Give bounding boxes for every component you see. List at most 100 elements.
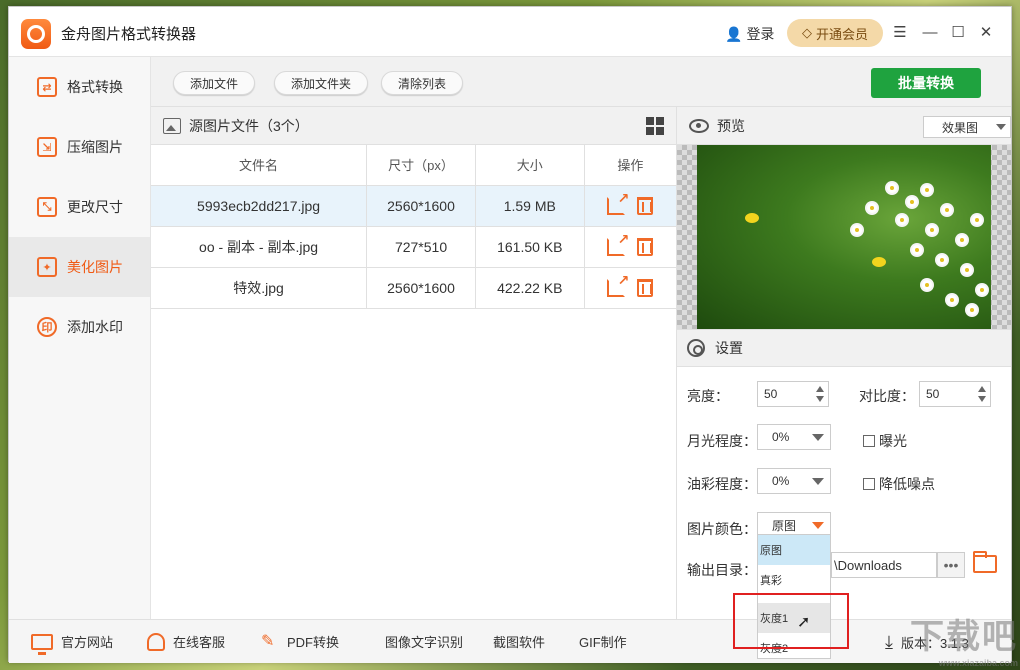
- open-external-icon[interactable]: [607, 190, 629, 215]
- highlight-box: [733, 593, 849, 649]
- brightness-stepper[interactable]: 50: [757, 381, 829, 407]
- ocr-label: 图像文字识别: [385, 635, 464, 650]
- settings-title: 设置: [715, 340, 743, 356]
- footer: 官方网站 在线客服 ✎ PDF转换 图像文字识别 截图软件 GIF制作 ⤓ 版本…: [9, 619, 1011, 663]
- image-icon: [163, 117, 181, 134]
- open-external-icon[interactable]: [607, 231, 629, 256]
- trash-icon[interactable]: [637, 196, 654, 215]
- moonlight-value: 0%: [772, 430, 790, 444]
- table-row[interactable]: 5993ecb2dd217.jpg 2560*1600 1.59 MB: [151, 185, 676, 227]
- output-path-field[interactable]: \Downloads: [831, 552, 937, 578]
- sidebar-item-watermark[interactable]: 印 添加水印: [9, 297, 150, 357]
- app-window: 金舟图片格式转换器 👤 登录 ◇ 开通会员 ☰ — ☐ ✕ ⇄ 格式转换 ⇲ 压…: [8, 6, 1012, 663]
- grid-view-icon[interactable]: [646, 117, 664, 135]
- file-size: 161.50 KB: [475, 226, 585, 268]
- file-table: 文件名 尺寸（px） 大小 操作 5993ecb2dd217.jpg 2560*…: [151, 145, 676, 309]
- sidebar-item-compress[interactable]: ⇲ 压缩图片: [9, 117, 150, 177]
- trash-icon[interactable]: [637, 237, 654, 256]
- chevron-down-icon: [812, 434, 824, 441]
- open-external-icon[interactable]: [607, 272, 629, 297]
- file-size: 1.59 MB: [475, 185, 585, 227]
- brightness-label: 亮度：: [687, 388, 729, 404]
- website-link[interactable]: 官方网站: [31, 632, 114, 655]
- checkbox-box: [863, 478, 875, 490]
- file-size: 422.22 KB: [475, 267, 585, 309]
- oil-value: 0%: [772, 474, 790, 488]
- support-label: 在线客服: [173, 635, 226, 650]
- file-name: 特效.jpg: [151, 267, 368, 309]
- support-link[interactable]: 在线客服: [147, 632, 225, 651]
- preview-title: 预览: [717, 117, 745, 134]
- vip-label: 开通会员: [815, 26, 868, 42]
- dropdown-option[interactable]: 原图: [758, 535, 830, 565]
- dropdown-option[interactable]: 真彩: [758, 565, 830, 595]
- batch-convert-button[interactable]: 批量转换: [871, 68, 981, 98]
- watermark-url: www.xiazaiba.com: [938, 658, 1018, 668]
- maximize-button[interactable]: ☐: [947, 21, 969, 43]
- exposure-label: 曝光: [879, 433, 907, 449]
- increment-icon[interactable]: [816, 386, 824, 392]
- sidebar-item-label: 更改尺寸: [67, 199, 123, 215]
- app-logo-icon: [21, 19, 51, 49]
- chevron-down-icon: [812, 478, 824, 485]
- output-path-value: \Downloads: [834, 557, 902, 573]
- monitor-icon: [31, 633, 53, 655]
- add-file-button[interactable]: 添加文件: [173, 71, 256, 95]
- gif-link[interactable]: GIF制作: [579, 632, 627, 651]
- sidebar-item-label: 美化图片: [67, 259, 123, 275]
- preview-mode-select[interactable]: 效果图: [923, 116, 1011, 138]
- decrement-icon[interactable]: [978, 396, 986, 402]
- sidebar-item-resize[interactable]: ⤡ 更改尺寸: [9, 177, 150, 237]
- add-folder-button[interactable]: 添加文件夹: [274, 71, 369, 95]
- download-icon: ⤓: [885, 632, 893, 652]
- file-name: oo - 副本 - 副本.jpg: [151, 226, 368, 268]
- denoise-label: 降低噪点: [879, 476, 935, 492]
- menu-icon[interactable]: ☰: [889, 21, 911, 43]
- sidebar-item-beautify[interactable]: ✦ 美化图片: [9, 237, 150, 297]
- pdf-label: PDF转换: [287, 635, 340, 650]
- table-row[interactable]: 特效.jpg 2560*1600 422.22 KB: [151, 267, 676, 309]
- vip-button[interactable]: ◇ 开通会员: [787, 19, 883, 47]
- preview-mode-value: 效果图: [942, 120, 979, 135]
- denoise-checkbox[interactable]: 降低噪点: [863, 474, 935, 494]
- screenshot-label: 截图软件: [493, 635, 546, 650]
- brush-icon: ✎: [261, 632, 275, 650]
- sidebar-item-label: 格式转换: [67, 79, 123, 95]
- sidebar-item-label: 压缩图片: [67, 139, 123, 155]
- close-button[interactable]: ✕: [975, 21, 997, 43]
- chevron-down-icon: [996, 124, 1006, 130]
- screenshot-link[interactable]: 截图软件: [493, 632, 545, 651]
- decrement-icon[interactable]: [816, 396, 824, 402]
- folder-icon[interactable]: [973, 551, 997, 573]
- compress-icon: ⇲: [37, 137, 57, 157]
- preview-photo: [697, 145, 991, 329]
- browse-button[interactable]: •••: [937, 552, 965, 578]
- clear-list-button[interactable]: 清除列表: [381, 71, 464, 95]
- file-panel: 源图片文件（3个） 文件名 尺寸（px） 大小 操作 5993ecb2dd217…: [151, 107, 677, 619]
- oil-label: 油彩程度：: [687, 476, 757, 492]
- increment-icon[interactable]: [978, 386, 986, 392]
- pdf-link[interactable]: ✎ PDF转换: [261, 632, 339, 651]
- oil-select[interactable]: 0%: [757, 468, 831, 494]
- trash-icon[interactable]: [637, 278, 654, 297]
- gear-icon: [687, 339, 705, 357]
- ocr-link[interactable]: 图像文字识别: [385, 632, 463, 651]
- contrast-stepper[interactable]: 50: [919, 381, 991, 407]
- column-header-name: 文件名: [151, 145, 368, 186]
- minimize-button[interactable]: —: [919, 21, 941, 43]
- exposure-checkbox[interactable]: 曝光: [863, 431, 907, 451]
- contrast-value: 50: [926, 387, 940, 401]
- sidebar: ⇄ 格式转换 ⇲ 压缩图片 ⤡ 更改尺寸 ✦ 美化图片 印 添加水印: [9, 57, 151, 619]
- sidebar-item-format[interactable]: ⇄ 格式转换: [9, 57, 150, 117]
- mouse-cursor-icon: ➚: [797, 614, 811, 631]
- moonlight-select[interactable]: 0%: [757, 424, 831, 450]
- file-name: 5993ecb2dd217.jpg: [151, 185, 368, 227]
- file-actions: [584, 267, 676, 309]
- chevron-down-icon: [812, 522, 824, 529]
- website-label: 官方网站: [61, 635, 114, 650]
- table-row[interactable]: oo - 副本 - 副本.jpg 727*510 161.50 KB: [151, 226, 676, 268]
- column-header-dimension: 尺寸（px）: [366, 145, 476, 186]
- watermark-icon: 印: [37, 317, 57, 337]
- app-title: 金舟图片格式转换器: [61, 26, 197, 43]
- login-button[interactable]: 👤 登录: [725, 24, 774, 44]
